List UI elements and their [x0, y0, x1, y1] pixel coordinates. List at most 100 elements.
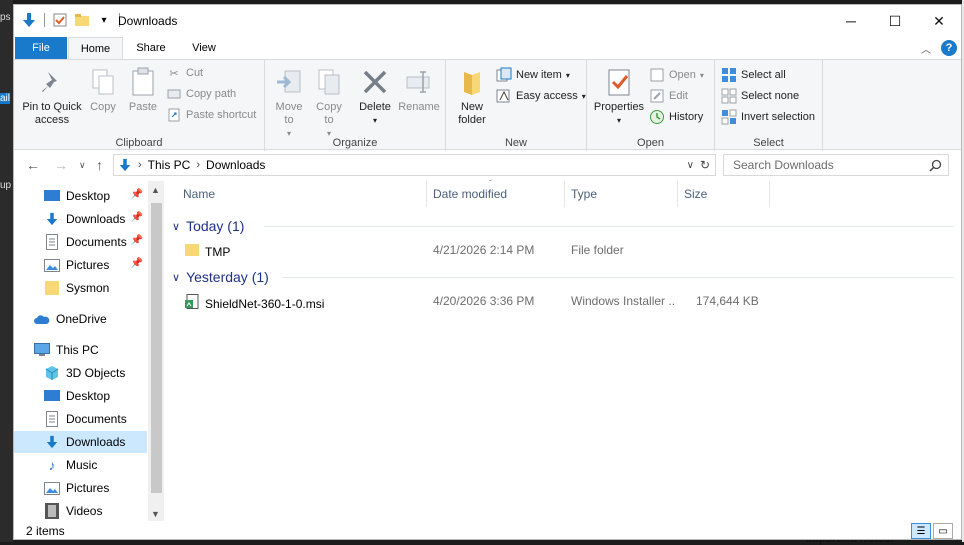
copy-path-button[interactable]: Copy path: [166, 84, 236, 104]
breadcrumb-this-pc[interactable]: This PC: [148, 158, 191, 172]
properties-button[interactable]: Properties ▾: [591, 66, 647, 127]
paste-shortcut-button[interactable]: Paste shortcut: [166, 105, 256, 125]
history-button[interactable]: History: [649, 107, 703, 127]
column-header-date-modified[interactable]: Date modified ˇ: [427, 179, 565, 207]
collapse-chevron-icon[interactable]: ∨: [172, 220, 180, 233]
large-icons-view-icon[interactable]: ▭: [933, 523, 953, 539]
address-bar[interactable]: › This PC › Downloads ∨ ↻: [113, 154, 716, 176]
file-name-cell: TMP: [185, 243, 415, 260]
download-arrow-icon[interactable]: [20, 11, 38, 29]
dropdown-arrow-icon: ▾: [616, 116, 621, 125]
cut-button[interactable]: ✂ Cut: [166, 63, 203, 83]
nav-item-quick-documents[interactable]: Documents 📌: [14, 231, 147, 253]
nav-item-onedrive[interactable]: OneDrive: [14, 308, 147, 330]
column-header-type[interactable]: Type: [565, 181, 678, 207]
nav-item-downloads[interactable]: Downloads: [14, 431, 147, 453]
download-arrow-icon: [44, 434, 60, 450]
file-name: ShieldNet-360-1-0.msi: [205, 296, 325, 311]
documents-icon: [44, 411, 60, 427]
paste-shortcut-icon: [166, 107, 182, 123]
tab-share[interactable]: Share: [126, 37, 176, 59]
nav-item-quick-desktop[interactable]: Desktop 📌: [14, 185, 147, 207]
pin-icon[interactable]: 📌: [131, 189, 143, 200]
properties-check-icon[interactable]: [51, 11, 69, 29]
nav-item-documents[interactable]: Documents: [14, 408, 147, 430]
select-all-button[interactable]: Select all: [721, 65, 786, 85]
nav-item-this-pc[interactable]: This PC: [14, 339, 147, 361]
background-window-strip: ps ail up: [0, 0, 13, 542]
tab-file[interactable]: File: [15, 37, 67, 59]
copy-path-icon: [166, 86, 182, 102]
nav-item-label: Music: [66, 458, 98, 472]
minimize-button[interactable]: ─: [829, 5, 873, 37]
file-row[interactable]: TMP 4/21/2026 2:14 PM File folder: [164, 240, 961, 262]
select-none-icon: [721, 88, 737, 104]
nav-item-desktop[interactable]: Desktop: [14, 385, 147, 407]
help-icon[interactable]: ?: [941, 40, 957, 56]
scroll-down-icon[interactable]: ▼: [151, 509, 160, 519]
address-history-chevron-icon[interactable]: ∨: [687, 160, 694, 171]
details-view-icon[interactable]: ☰: [911, 523, 931, 539]
column-header-size[interactable]: Size: [678, 181, 770, 207]
easy-access-label: Easy access: [516, 90, 578, 102]
back-arrow-icon[interactable]: ←: [26, 157, 40, 173]
column-header-name[interactable]: Name: [177, 181, 427, 207]
new-item-button[interactable]: New item ▾: [496, 65, 570, 85]
file-row[interactable]: ShieldNet-360-1-0.msi 4/20/2026 3:36 PM …: [164, 291, 961, 313]
customize-toolbar-icon[interactable]: ▾: [95, 11, 113, 29]
background-text: up: [0, 180, 12, 191]
copy-button[interactable]: Copy: [86, 66, 120, 114]
scrollbar-thumb[interactable]: [151, 203, 162, 493]
nav-item-quick-pictures[interactable]: Pictures 📌: [14, 254, 147, 276]
paste-button[interactable]: Paste: [125, 66, 161, 114]
cut-label: Cut: [186, 67, 204, 79]
group-header-today[interactable]: ∨ Today (1): [172, 215, 244, 237]
copy-to-button[interactable]: Copy to ▾: [311, 66, 347, 140]
new-folder-icon[interactable]: [73, 11, 91, 29]
edit-button[interactable]: Edit: [649, 86, 688, 106]
nav-item-music[interactable]: ♪ Music: [14, 454, 147, 476]
invert-selection-button[interactable]: Invert selection: [721, 107, 815, 127]
nav-pane-scrollbar[interactable]: ▲ ▼: [148, 181, 164, 521]
group-header-yesterday[interactable]: ∨ Yesterday (1): [172, 266, 269, 288]
breadcrumb-downloads[interactable]: Downloads: [206, 158, 265, 172]
documents-icon: [44, 234, 60, 250]
window-controls: ─ ☐ ✕: [829, 5, 961, 37]
maximize-button[interactable]: ☐: [873, 5, 917, 37]
search-input[interactable]: Search Downloads: [723, 154, 949, 176]
forward-arrow-icon[interactable]: →: [54, 157, 68, 173]
title-bar: ▾ Downloads ─ ☐ ✕: [14, 5, 961, 37]
open-button[interactable]: Open ▾: [649, 65, 704, 85]
collapse-chevron-icon[interactable]: ∨: [172, 271, 180, 284]
easy-access-button[interactable]: Easy access ▾: [496, 86, 586, 106]
up-arrow-icon[interactable]: ↑: [96, 157, 103, 173]
pin-icon[interactable]: 📌: [131, 212, 143, 223]
nav-item-videos[interactable]: Videos: [14, 500, 147, 521]
select-none-label: Select none: [741, 90, 800, 102]
close-button[interactable]: ✕: [917, 5, 961, 37]
nav-item-quick-sysmon[interactable]: Sysmon: [14, 277, 147, 299]
tab-home[interactable]: Home: [68, 37, 123, 59]
nav-item-pictures[interactable]: Pictures: [14, 477, 147, 499]
nav-item-3d-objects[interactable]: 3D Objects: [14, 362, 147, 384]
pin-to-quick-access-button[interactable]: Pin to Quick access: [18, 66, 86, 127]
refresh-icon[interactable]: ↻: [700, 158, 710, 172]
pin-icon[interactable]: 📌: [131, 235, 143, 246]
move-to-button[interactable]: Move to ▾: [271, 66, 307, 140]
rename-button[interactable]: Rename: [397, 66, 441, 114]
recent-locations-chevron-icon[interactable]: ∨: [79, 160, 86, 171]
new-folder-button[interactable]: New folder: [454, 66, 490, 127]
nav-item-label: OneDrive: [56, 312, 107, 326]
tab-view[interactable]: View: [178, 37, 230, 59]
select-none-button[interactable]: Select none: [721, 86, 799, 106]
collapse-ribbon-icon[interactable]: ︿: [921, 41, 931, 56]
nav-item-quick-downloads[interactable]: Downloads 📌: [14, 208, 147, 230]
sort-indicator-icon: ˇ: [489, 179, 492, 188]
delete-button[interactable]: Delete ▾: [357, 66, 393, 127]
navigation-pane: Desktop 📌 Downloads 📌 Documents 📌 Pictur…: [14, 181, 164, 521]
pin-icon[interactable]: 📌: [131, 258, 143, 269]
file-date: 4/20/2026 3:36 PM: [433, 294, 535, 308]
search-placeholder: Search Downloads: [733, 158, 834, 172]
pin-icon: [36, 66, 68, 98]
scroll-up-icon[interactable]: ▲: [151, 185, 160, 195]
